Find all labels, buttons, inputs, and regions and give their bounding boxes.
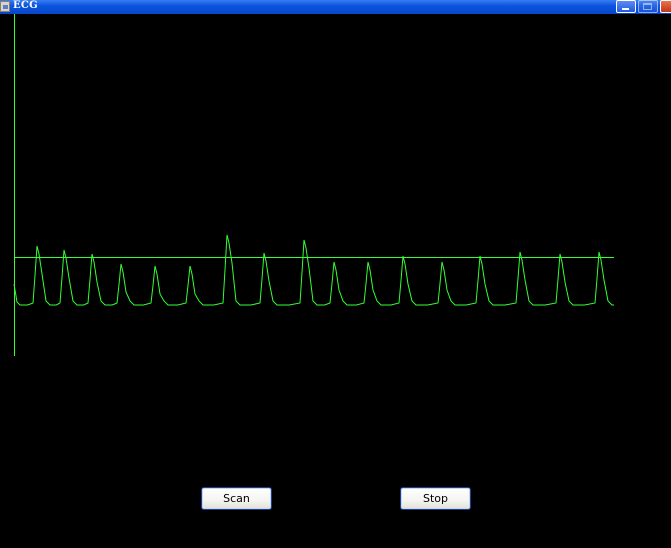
window-title: ECG [13,0,39,11]
ecg-plot-area [13,14,614,356]
close-button[interactable] [660,0,671,13]
app-icon[interactable] [0,1,10,12]
stop-button[interactable]: Stop [400,487,471,510]
ecg-waveform [13,234,614,306]
minimize-button[interactable] [616,0,636,13]
scan-button[interactable]: Scan [201,487,272,510]
maximize-button[interactable] [638,0,658,13]
title-bar[interactable]: ECG [0,0,671,14]
ecg-window: ECG Scan Stop [0,0,671,548]
